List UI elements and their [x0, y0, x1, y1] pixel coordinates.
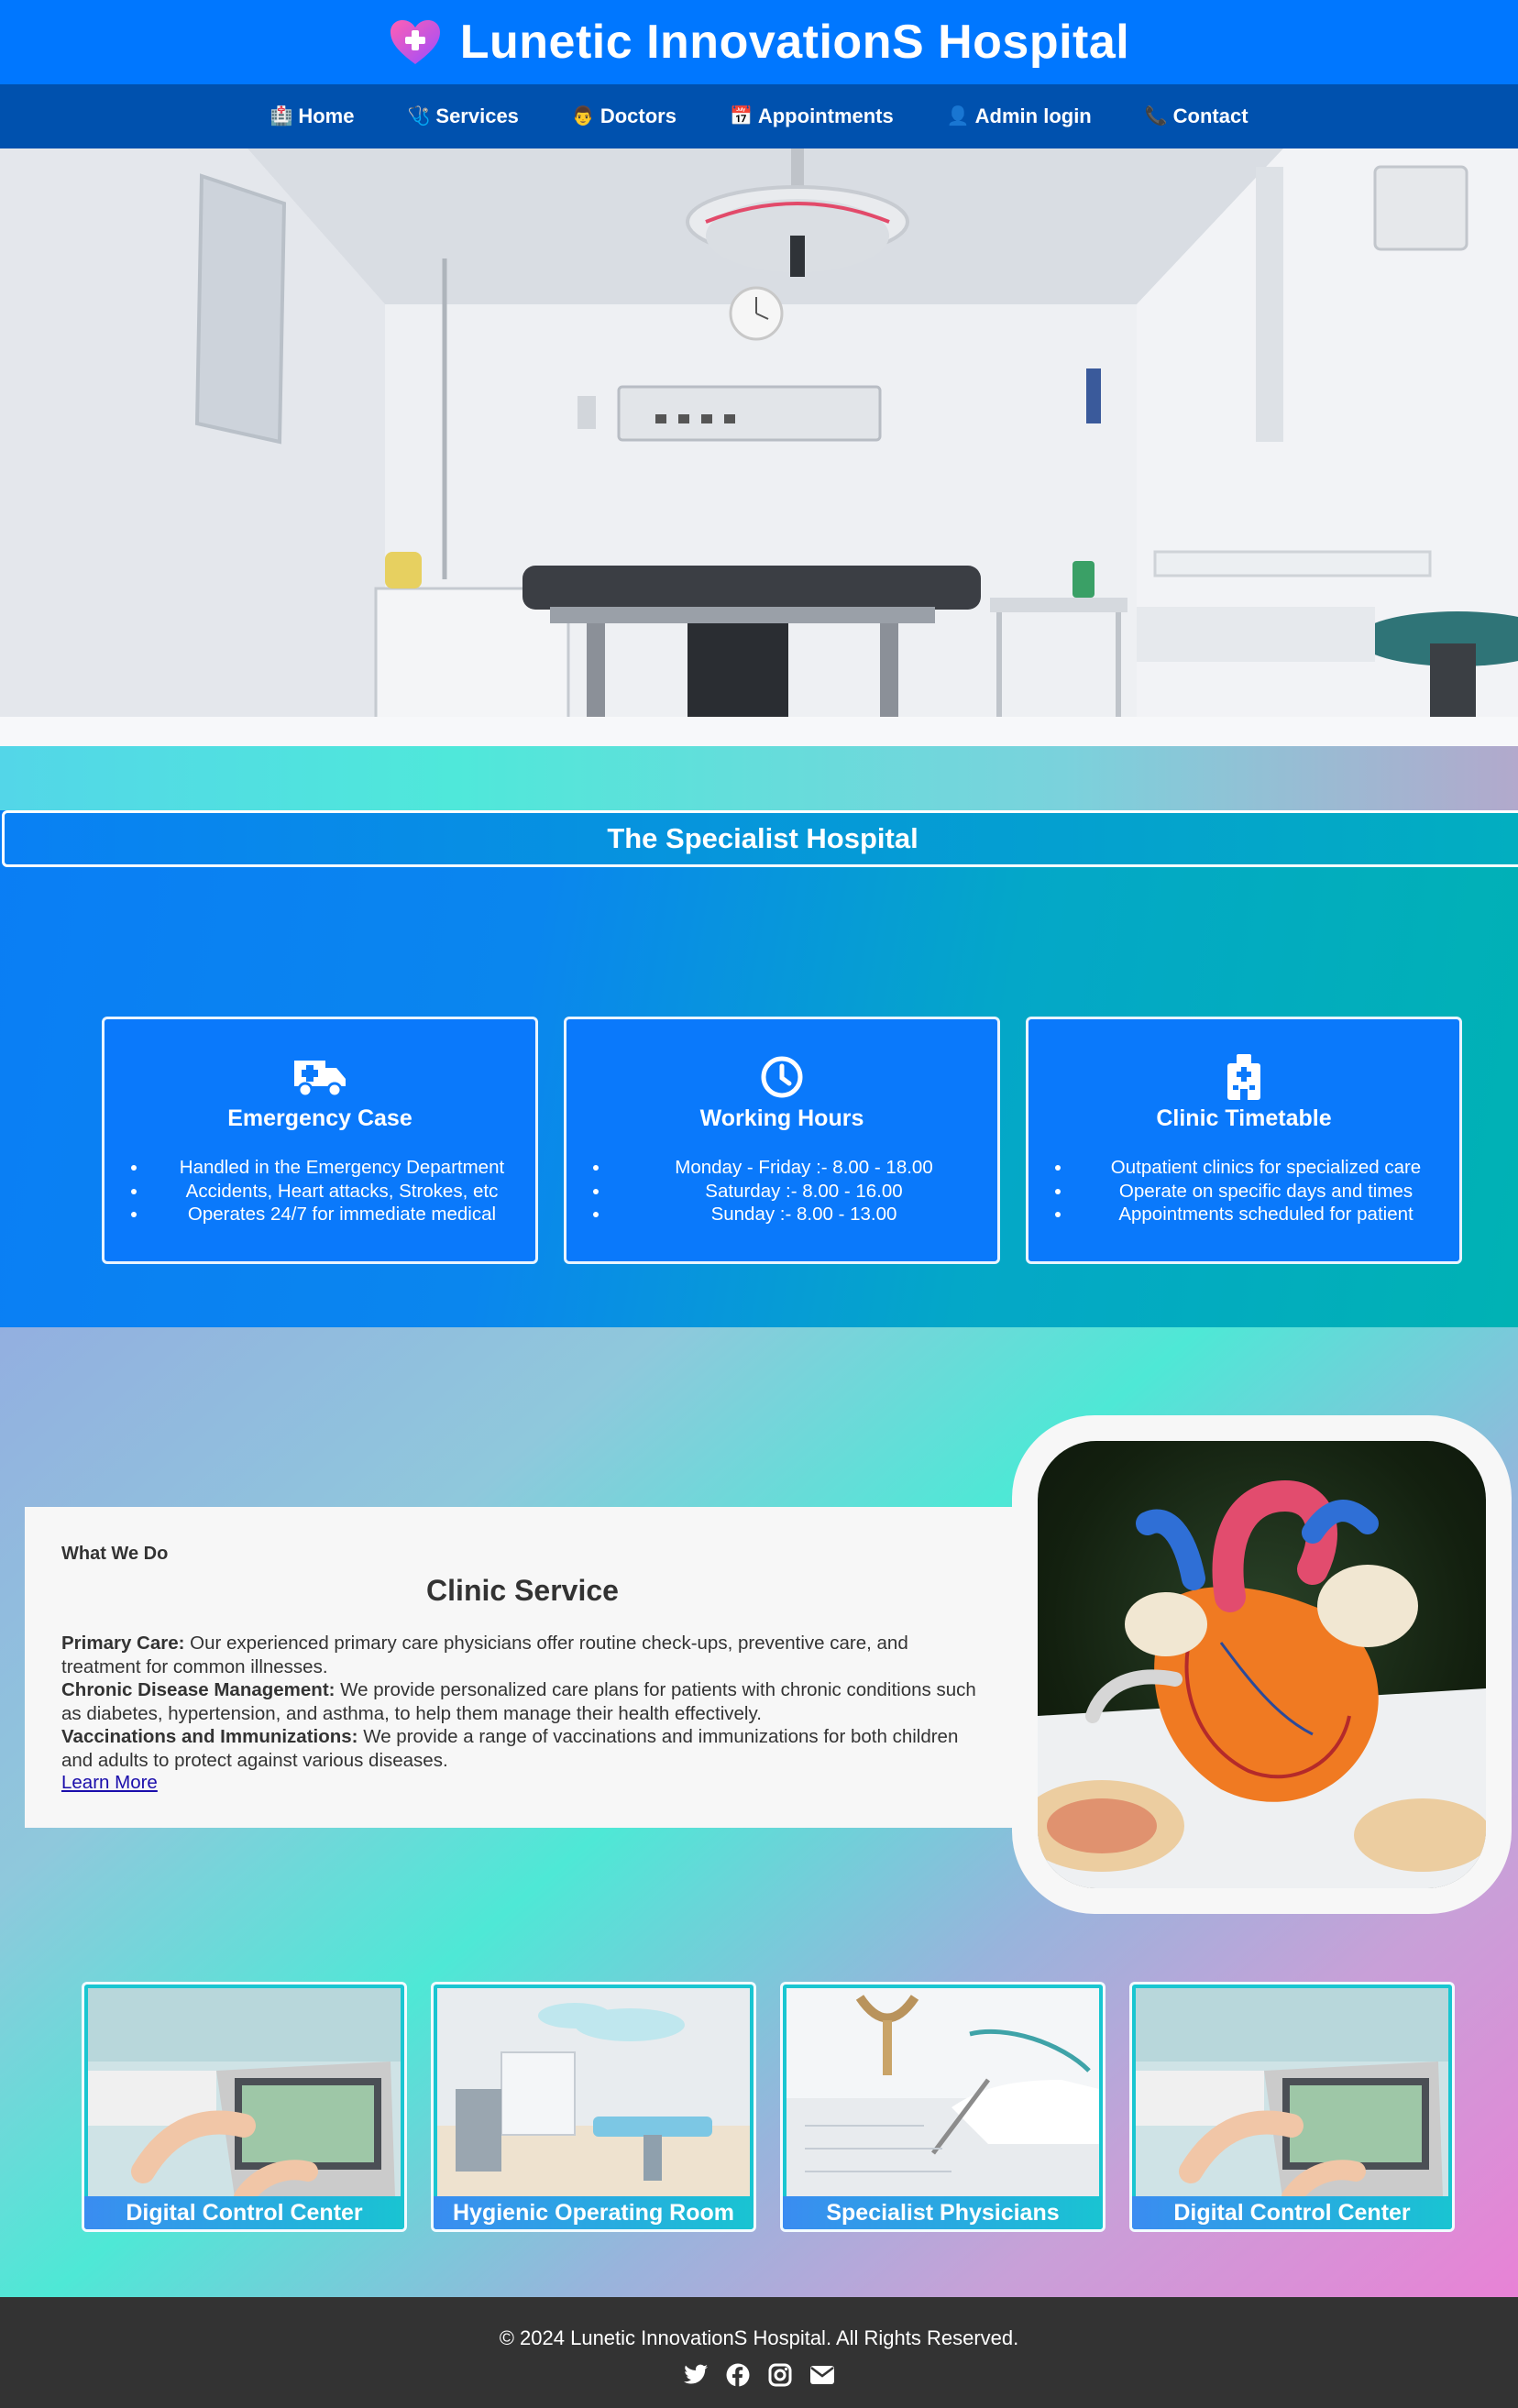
what-we-do-panel: What We Do Clinic Service Primary Care: …	[25, 1507, 1024, 1828]
hospital-building-icon	[1028, 1054, 1459, 1100]
nav-admin-login[interactable]: 👤 Admin login	[947, 104, 1092, 128]
nav-label: Doctors	[600, 104, 676, 127]
physician-writing-image	[786, 1988, 1099, 2197]
nav-services[interactable]: 🩺 Services	[407, 104, 518, 128]
gallery-caption: Hygienic Operating Room	[434, 2196, 754, 2229]
list-item: Appointments scheduled for patient	[1072, 1203, 1459, 1226]
doctor-icon: 👨	[571, 106, 595, 126]
stethoscope-icon: 🩺	[407, 106, 431, 126]
card-title: Working Hours	[699, 1105, 864, 1131]
facebook-icon[interactable]	[724, 2361, 752, 2389]
service-label: Vaccinations and Immunizations:	[61, 1726, 358, 1747]
service-text: Our experienced primary care physicians …	[61, 1633, 908, 1677]
list-item: Outpatient clinics for specialized care	[1072, 1156, 1459, 1180]
card-emergency: Emergency Case Handled in the Emergency …	[102, 1017, 538, 1264]
main-nav: 🏥 Home 🩺 Services 👨 Doctors 📅 Appointments 👤…	[0, 84, 1518, 148]
section-divider	[0, 746, 1518, 810]
list-item: Sunday :- 8.00 - 13.00	[610, 1203, 997, 1226]
gallery-card[interactable]: Digital Control Center	[1129, 1982, 1455, 2232]
nav-appointments[interactable]: 📅 Appointments	[730, 104, 894, 128]
card-title: Emergency Case	[227, 1105, 412, 1131]
list-item: Handled in the Emergency Department	[148, 1156, 535, 1180]
section-title: The Specialist Hospital	[607, 822, 918, 854]
card-list: Outpatient clinics for specialized care …	[1028, 1156, 1459, 1226]
envelope-icon[interactable]	[808, 2361, 836, 2389]
nav-label: Contact	[1172, 104, 1248, 127]
card-list: Monday - Friday :- 8.00 - 18.00 Saturday…	[566, 1156, 997, 1226]
instagram-icon[interactable]	[766, 2361, 794, 2389]
site-footer: © 2024 Lunetic InnovationS Hospital. All…	[0, 2297, 1518, 2408]
service-paragraph: Vaccinations and Immunizations: We provi…	[61, 1725, 987, 1772]
gallery-card[interactable]: Digital Control Center	[82, 1982, 407, 2232]
service-paragraph: Chronic Disease Management: We provide p…	[61, 1678, 987, 1725]
nav-label: Admin login	[974, 104, 1092, 127]
nav-doctors[interactable]: 👨 Doctors	[572, 104, 676, 128]
operating-room-image	[437, 1988, 750, 2197]
gallery-card[interactable]: Hygienic Operating Room	[431, 1982, 756, 2232]
nav-contact[interactable]: 📞 Contact	[1145, 104, 1248, 128]
site-header: Lunetic InnovationS Hospital	[0, 0, 1518, 84]
list-item: Operates 24/7 for immediate medical	[148, 1203, 535, 1226]
card-list: Handled in the Emergency Department Acci…	[104, 1156, 535, 1226]
ambulance-icon	[104, 1054, 535, 1100]
clock-icon	[566, 1054, 997, 1100]
heart-model-image	[1038, 1441, 1486, 1888]
list-item: Operate on specific days and times	[1072, 1180, 1459, 1204]
specialist-section: The Specialist Hospital Emergency Case H…	[0, 746, 1518, 1327]
site-title: Lunetic InnovationS Hospital	[459, 16, 1130, 69]
heart-image-frame	[1012, 1415, 1512, 1914]
copyright-text: © 2024 Lunetic InnovationS Hospital. All…	[499, 2326, 1019, 2349]
calendar-icon: 📅	[729, 106, 753, 126]
nav-label: Home	[298, 104, 355, 127]
hero-image	[0, 148, 1518, 746]
phone-icon: 📞	[1144, 106, 1168, 126]
tablet-control-image	[1136, 1988, 1448, 2197]
clinic-service-title: Clinic Service	[426, 1574, 619, 1607]
tablet-control-image	[88, 1988, 401, 2197]
gallery-caption: Specialist Physicians	[783, 2196, 1103, 2229]
gallery-card[interactable]: Specialist Physicians	[780, 1982, 1106, 2232]
section-eyebrow: What We Do	[61, 1544, 169, 1564]
nav-label: Appointments	[757, 104, 894, 127]
service-paragraph: Primary Care: Our experienced primary ca…	[61, 1632, 987, 1678]
learn-more-link[interactable]: Learn More	[61, 1772, 158, 1793]
user-icon: 👤	[946, 106, 970, 126]
gallery-caption: Digital Control Center	[84, 2196, 404, 2229]
list-item: Monday - Friday :- 8.00 - 18.00	[610, 1156, 997, 1180]
nav-label: Services	[435, 104, 519, 127]
twitter-icon[interactable]	[682, 2361, 710, 2389]
hospital-icon: 🏥	[270, 106, 293, 126]
list-item: Saturday :- 8.00 - 16.00	[610, 1180, 997, 1204]
service-label: Primary Care:	[61, 1633, 185, 1654]
service-label: Chronic Disease Management:	[61, 1679, 336, 1700]
list-item: Accidents, Heart attacks, Strokes, etc	[148, 1180, 535, 1204]
nav-home[interactable]: 🏥 Home	[270, 104, 354, 128]
gallery-caption: Digital Control Center	[1132, 2196, 1452, 2229]
specialist-banner: The Specialist Hospital	[2, 810, 1518, 867]
heart-plus-icon	[389, 16, 442, 69]
card-clinic-timetable: Clinic Timetable Outpatient clinics for …	[1026, 1017, 1462, 1264]
social-links	[0, 2361, 1518, 2389]
card-title: Clinic Timetable	[1156, 1105, 1332, 1131]
card-working-hours: Working Hours Monday - Friday :- 8.00 - …	[564, 1017, 1000, 1264]
